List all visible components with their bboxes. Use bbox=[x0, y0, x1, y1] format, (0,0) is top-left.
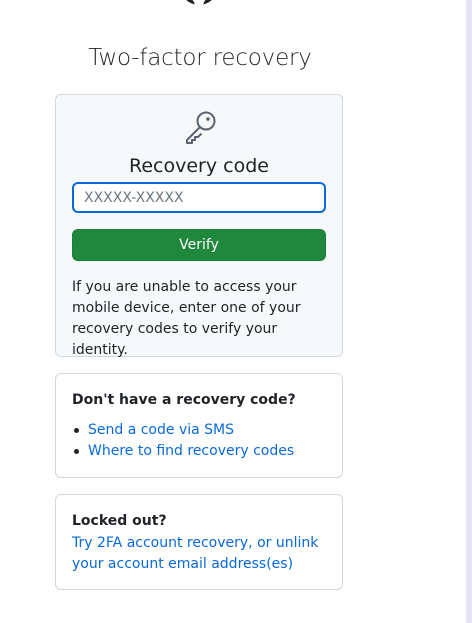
recovery-code-input[interactable] bbox=[72, 182, 326, 213]
alternative-options-list: Send a code via SMS Where to find recove… bbox=[72, 420, 294, 462]
find-recovery-codes-link[interactable]: Where to find recovery codes bbox=[88, 443, 294, 459]
page-title: Two-factor recovery bbox=[88, 45, 312, 71]
github-logo-icon[interactable] bbox=[178, 0, 220, 14]
recovery-code-panel: Recovery code Verify If you are unable t… bbox=[55, 94, 343, 358]
two-factor-recovery-page: Two-factor recovery Recovery code Verify… bbox=[0, 0, 472, 623]
recovery-help-text: If you are unable to access your mobile … bbox=[72, 279, 301, 358]
locked-out-panel: Locked out? Try 2FA account recovery, or… bbox=[55, 494, 343, 590]
no-recovery-code-heading: Don't have a recovery code? bbox=[72, 392, 296, 408]
locked-out-heading: Locked out? bbox=[72, 513, 167, 529]
verify-button[interactable]: Verify bbox=[72, 229, 326, 261]
list-item: Where to find recovery codes bbox=[72, 441, 294, 462]
no-recovery-code-panel: Don't have a recovery code? Send a code … bbox=[55, 373, 343, 478]
recovery-code-label: Recovery code bbox=[129, 155, 269, 177]
send-sms-code-link[interactable]: Send a code via SMS bbox=[88, 422, 234, 438]
key-icon bbox=[186, 111, 216, 144]
window-edge bbox=[466, 0, 472, 623]
list-item: Send a code via SMS bbox=[72, 420, 294, 441]
account-recovery-link[interactable]: Try 2FA account recovery, or unlink your… bbox=[72, 533, 322, 575]
